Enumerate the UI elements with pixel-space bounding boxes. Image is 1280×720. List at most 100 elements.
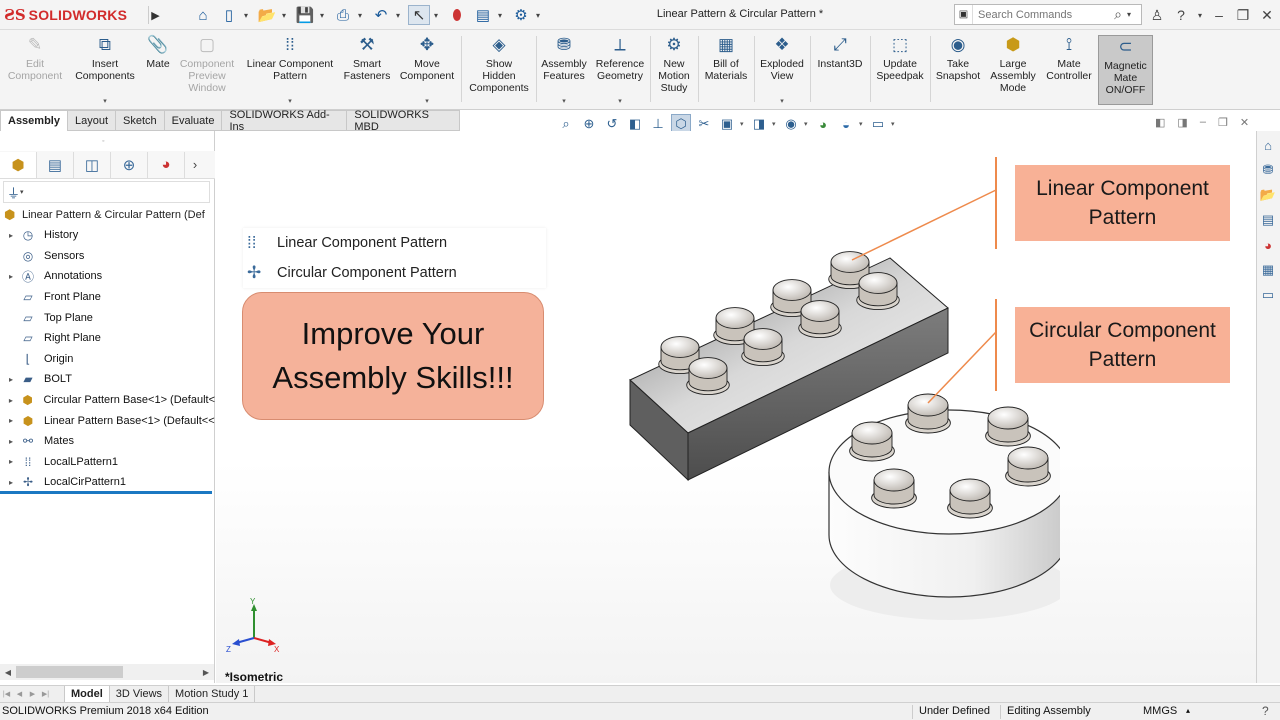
insert-components-button[interactable]: ⧉ Insert Components ▾ bbox=[70, 34, 140, 106]
unit-system[interactable]: MMGS bbox=[1143, 705, 1177, 717]
scene-dropdown-icon[interactable]: ▾ bbox=[859, 120, 865, 128]
tree-item-top-plane[interactable]: ▱ Top Plane bbox=[0, 307, 215, 328]
tree-item-history[interactable]: ▸ ◷ History bbox=[0, 225, 215, 246]
filter-dropdown-icon[interactable]: ▾ bbox=[20, 188, 24, 196]
open-dropdown-icon[interactable]: ▾ bbox=[282, 11, 290, 20]
tab-solidworks-add-ins[interactable]: SOLIDWORKS Add-Ins bbox=[222, 109, 348, 133]
tab-sketch[interactable]: Sketch bbox=[116, 110, 165, 131]
exploded-view-button[interactable]: ❖ Exploded View ▾ bbox=[756, 34, 808, 106]
new-motion-study-button[interactable]: ⚙ New Motion Study bbox=[652, 34, 696, 106]
bolt-nut[interactable] bbox=[741, 328, 785, 367]
last-tab-icon[interactable]: ▶| bbox=[39, 690, 52, 698]
linear-component-pattern-button[interactable]: ⁞⁞ Linear Component Pattern ▾ bbox=[242, 34, 338, 106]
expand-arrow-icon[interactable]: ▸ bbox=[4, 272, 18, 281]
menu-item-linear-pattern[interactable]: ⁞⁞ Linear Component Pattern bbox=[243, 228, 546, 258]
close-icon[interactable]: ✕ bbox=[1258, 7, 1276, 24]
tree-item-local-linear-pattern[interactable]: ▸ ⁞⁞ LocalLPattern1 bbox=[0, 452, 215, 473]
new-document-icon[interactable]: ▯ bbox=[218, 5, 240, 25]
tree-item-sensors[interactable]: ◎ Sensors bbox=[0, 246, 215, 267]
tab-motion-study-1[interactable]: Motion Study 1 bbox=[169, 685, 256, 703]
scroll-left-icon[interactable]: ◀ bbox=[0, 668, 16, 677]
tree-item-right-plane[interactable]: ▱ Right Plane bbox=[0, 328, 215, 349]
bolt-nut[interactable] bbox=[1005, 446, 1051, 487]
eye-dropdown-icon[interactable]: ▾ bbox=[804, 120, 810, 128]
tile-left-icon[interactable]: ◧ bbox=[1155, 116, 1165, 129]
tree-item-circular-pattern-base[interactable]: ▸ ⬢ Circular Pattern Base<1> (Default< bbox=[0, 390, 215, 411]
tab-layout[interactable]: Layout bbox=[67, 110, 117, 131]
menu-item-circular-pattern[interactable]: ✢ Circular Component Pattern bbox=[243, 258, 546, 288]
appearances-icon[interactable]: ◕ bbox=[1257, 234, 1279, 256]
tree-item-bolt[interactable]: ▸ ▰ BOLT bbox=[0, 369, 215, 390]
instant3d-button[interactable]: ⤢ Instant3D bbox=[812, 34, 868, 106]
chevron-right-icon[interactable]: › bbox=[185, 157, 205, 172]
property-manager-tab-icon[interactable]: ▤ bbox=[37, 151, 74, 178]
tree-item-origin[interactable]: ⌊ Origin bbox=[0, 349, 215, 370]
file-properties-icon[interactable]: ▤ bbox=[472, 5, 494, 25]
forum-icon[interactable]: ▭ bbox=[1257, 284, 1279, 306]
menu-expand-arrow[interactable]: ▶ bbox=[148, 6, 162, 24]
help-dropdown-icon[interactable]: ▾ bbox=[1196, 11, 1204, 20]
print-dropdown-icon[interactable]: ▾ bbox=[358, 11, 366, 20]
bolt-nut[interactable] bbox=[686, 357, 730, 396]
solidworks-resources-icon[interactable]: ⌂ bbox=[1257, 134, 1279, 156]
panel-grip-icon[interactable]: ◦ bbox=[102, 138, 104, 145]
display-manager-tab-icon[interactable]: ◕ bbox=[148, 151, 185, 178]
rollback-bar[interactable] bbox=[0, 491, 212, 494]
tree-root-assembly[interactable]: ⬢ Linear Pattern & Circular Pattern (Def bbox=[0, 205, 215, 225]
bolt-nut[interactable] bbox=[871, 468, 917, 509]
bolt-nut[interactable] bbox=[798, 300, 842, 339]
expand-arrow-icon[interactable]: ▸ bbox=[4, 437, 18, 446]
options-dropdown-icon[interactable]: ▾ bbox=[536, 11, 544, 20]
units-dropdown-icon[interactable]: ▴ bbox=[1186, 706, 1190, 715]
large-assembly-mode-button[interactable]: ⬢ Large Assembly Mode bbox=[986, 34, 1040, 106]
doc-restore-icon[interactable]: ❐ bbox=[1218, 116, 1228, 129]
next-tab-icon[interactable]: ▶ bbox=[26, 690, 39, 698]
scroll-thumb[interactable] bbox=[16, 666, 123, 678]
help-icon[interactable]: ? bbox=[1172, 7, 1190, 23]
tab-evaluate[interactable]: Evaluate bbox=[164, 110, 223, 131]
tree-filter[interactable]: ⏚ ▾ bbox=[3, 181, 210, 203]
bolt-nut[interactable] bbox=[947, 478, 993, 519]
first-tab-icon[interactable]: |◀ bbox=[0, 690, 13, 698]
update-speedpak-button[interactable]: ⬚ Update Speedpak bbox=[872, 34, 928, 106]
help-status-icon[interactable]: ? bbox=[1262, 704, 1269, 718]
home-icon[interactable]: ⌂ bbox=[192, 5, 214, 25]
prev-tab-icon[interactable]: ◀ bbox=[13, 690, 26, 698]
panel-horizontal-scrollbar[interactable]: ◀ ▶ bbox=[0, 664, 214, 680]
tab-model[interactable]: Model bbox=[64, 685, 110, 703]
search-icon[interactable]: ⌕ bbox=[1109, 6, 1127, 23]
expand-arrow-icon[interactable]: ▸ bbox=[4, 457, 18, 466]
select-dropdown-icon[interactable]: ▾ bbox=[434, 11, 442, 20]
chevron-down-icon[interactable]: ▾ bbox=[103, 97, 107, 106]
tab-assembly[interactable]: Assembly bbox=[0, 110, 68, 131]
expand-arrow-icon[interactable]: ▸ bbox=[4, 396, 18, 405]
undo-icon[interactable]: ↶ bbox=[370, 5, 392, 25]
show-hidden-components-button[interactable]: ◈ Show Hidden Components bbox=[464, 34, 534, 106]
search-commands[interactable]: ▣ ⌕ ▾ bbox=[954, 4, 1142, 25]
assembly-features-button[interactable]: ⛃ Assembly Features ▾ bbox=[538, 34, 590, 106]
minimize-icon[interactable]: – bbox=[1210, 7, 1228, 23]
configuration-manager-tab-icon[interactable]: ◫ bbox=[74, 151, 111, 178]
restore-icon[interactable]: ❐ bbox=[1234, 7, 1252, 24]
expand-arrow-icon[interactable]: ▸ bbox=[4, 231, 18, 240]
chevron-down-icon[interactable]: ▾ bbox=[562, 97, 566, 106]
tree-item-front-plane[interactable]: ▱ Front Plane bbox=[0, 287, 215, 308]
view-settings-dropdown-icon[interactable]: ▾ bbox=[772, 120, 778, 128]
options-gear-icon[interactable]: ⚙ bbox=[510, 5, 532, 25]
mate-controller-button[interactable]: ⟟ Mate Controller bbox=[1042, 34, 1096, 106]
save-dropdown-icon[interactable]: ▾ bbox=[320, 11, 328, 20]
tree-item-annotations[interactable]: ▸ Ⓐ Annotations bbox=[0, 266, 215, 287]
print-icon[interactable]: ⎙ bbox=[332, 5, 354, 25]
rebuild-icon[interactable]: ⬮ bbox=[446, 5, 468, 25]
bolt-nut[interactable] bbox=[849, 421, 895, 462]
tab-solidworks-mbd[interactable]: SOLIDWORKS MBD bbox=[347, 109, 460, 133]
reference-geometry-button[interactable]: ⟂ Reference Geometry ▾ bbox=[592, 34, 648, 106]
monitor-dropdown-icon[interactable]: ▾ bbox=[891, 120, 897, 128]
select-arrow-icon[interactable]: ↖ bbox=[408, 5, 430, 25]
filter-icon[interactable]: ⏚ bbox=[7, 183, 20, 202]
tree-item-linear-pattern-base[interactable]: ▸ ⬢ Linear Pattern Base<1> (Default<< bbox=[0, 410, 215, 431]
save-icon[interactable]: 💾 bbox=[294, 5, 316, 25]
expand-arrow-icon[interactable]: ▸ bbox=[4, 478, 18, 487]
smart-fasteners-button[interactable]: ⚒ Smart Fasteners bbox=[340, 34, 394, 106]
chevron-down-icon[interactable]: ▾ bbox=[425, 97, 429, 106]
